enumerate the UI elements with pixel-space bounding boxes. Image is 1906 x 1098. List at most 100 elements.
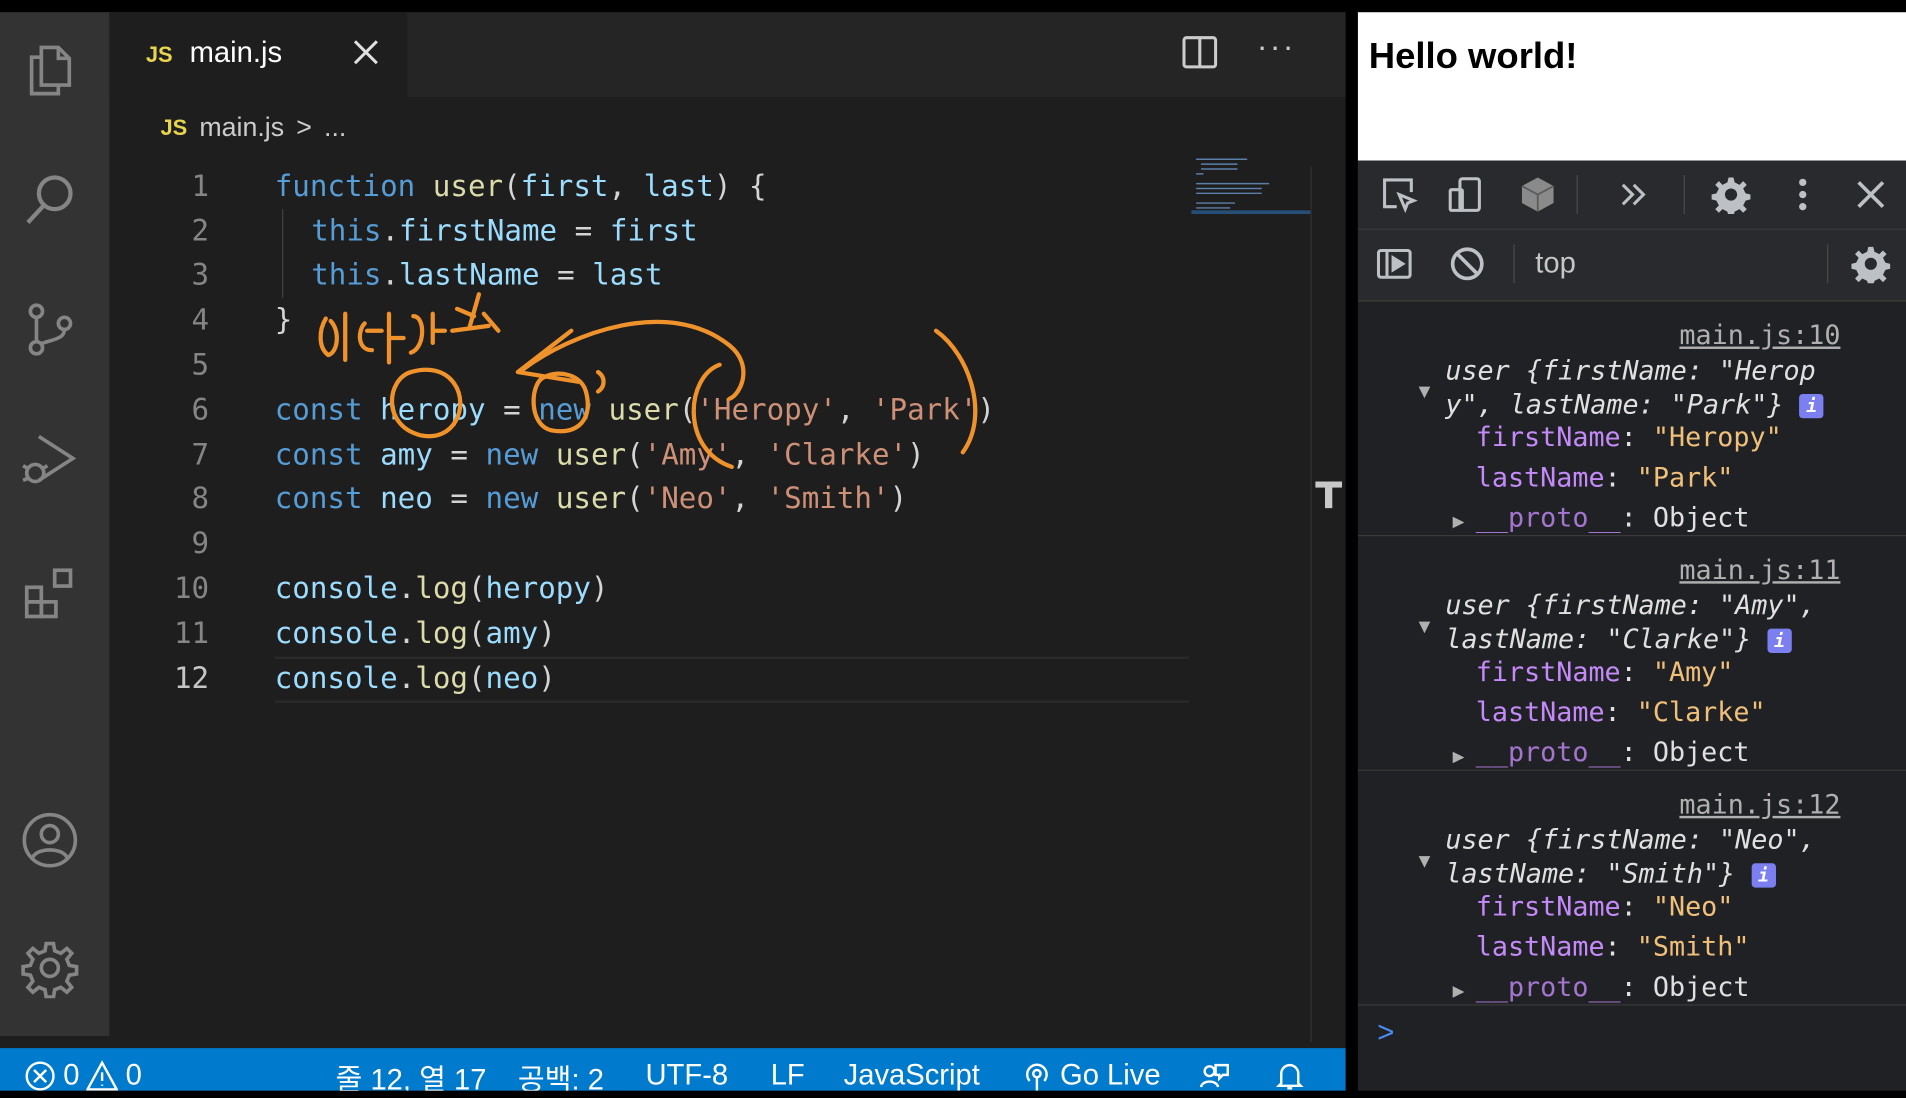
console-settings-button[interactable] (1851, 244, 1891, 284)
split-editor-icon[interactable] (1182, 34, 1218, 70)
proto-row[interactable]: __proto__: Object (1476, 738, 1750, 768)
explorer-button[interactable] (18, 39, 81, 102)
collapse-arrow-icon[interactable]: ▼ (1419, 849, 1431, 872)
code-token: . (397, 571, 416, 606)
close-devtools-button[interactable] (1851, 175, 1890, 214)
code-token: ) (907, 437, 925, 472)
code-line[interactable]: 2 this.firstName = first (0, 209, 1191, 253)
code-token: ( (467, 571, 486, 606)
language-mode[interactable]: JavaScript (844, 1058, 980, 1091)
breadcrumb-symbols[interactable]: ... (324, 112, 346, 144)
code-editor-window: JS main.js ··· JS main.js > ... 1 functio… (0, 12, 1346, 1091)
expand-arrow-icon[interactable]: ▶ (1453, 509, 1465, 532)
code-token: this (311, 257, 382, 292)
line-number: 9 (191, 526, 210, 561)
code-token: const (274, 481, 363, 516)
collapse-arrow-icon[interactable]: ▼ (1419, 379, 1431, 402)
show-console-sidebar-button[interactable] (1375, 244, 1414, 283)
code-line[interactable]: 1 function user(first, last) { (0, 164, 1191, 208)
code-token: last (592, 257, 663, 292)
tab-main-js[interactable]: JS main.js (109, 12, 408, 98)
console-log-entry: main.js:12 ▼ user {firstName: "Neo", lastNa… (1357, 771, 1906, 1006)
page-viewport: Hello world! (1357, 12, 1906, 161)
property-row: firstName: "Amy" (1475, 657, 1734, 689)
code-token: firstName (399, 213, 558, 249)
code-token: , (731, 481, 767, 516)
indentation[interactable]: 공백: 2 (518, 1058, 604, 1090)
code-token: = (539, 257, 593, 292)
problems-indicator[interactable]: 0 0 (24, 1058, 142, 1091)
code-token: . (381, 257, 400, 292)
code-token: amy (485, 616, 539, 651)
code-token: . (381, 213, 400, 249)
object-summary[interactable]: user {firstName: "Neo", lastName: "Smith"… (1445, 824, 1815, 892)
manage-button[interactable] (18, 936, 81, 999)
code-text: const heropy = new user('Heropy', 'Park'… (275, 388, 995, 432)
code-line[interactable]: 4} (0, 298, 1191, 342)
cursor-position[interactable]: 줄 12, 열 17 (336, 1058, 487, 1090)
expand-arrow-icon[interactable]: ▶ (1453, 744, 1465, 767)
code-token: const (274, 437, 363, 472)
proto-row[interactable]: __proto__: Object (1476, 503, 1750, 533)
object-summary[interactable]: user {firstName: "Amy", lastName: "Clarke… (1445, 590, 1815, 658)
object-summary[interactable]: user {firstName: "Herop y", lastName: "Pa… (1445, 355, 1824, 423)
code-line[interactable]: 11 console.log(amy) (0, 612, 1191, 656)
source-link[interactable]: main.js:12 (1679, 790, 1840, 820)
close-icon[interactable] (350, 34, 382, 70)
inspect-element-button[interactable] (1380, 175, 1419, 214)
end-of-line[interactable]: LF (771, 1058, 805, 1091)
3d-view-button[interactable] (1518, 175, 1557, 214)
info-icon[interactable]: i (1751, 863, 1776, 888)
inspect-icon (1383, 178, 1418, 214)
code-line[interactable]: 7 const amy = new user('Amy', 'Clarke') (0, 433, 1191, 477)
code-token: , (608, 169, 644, 204)
proto-row[interactable]: __proto__: Object (1476, 973, 1750, 1003)
collapse-arrow-icon[interactable]: ▼ (1419, 614, 1431, 637)
tweet-feedback-button[interactable] (1199, 1058, 1231, 1091)
source-link[interactable]: main.js:11 (1679, 556, 1840, 586)
javascript-context-select[interactable]: top (1535, 247, 1576, 281)
accounts-button[interactable] (18, 809, 81, 872)
device-toolbar-button[interactable] (1445, 175, 1484, 214)
info-icon[interactable]: i (1767, 628, 1792, 653)
code-line[interactable]: 5 (0, 343, 1191, 387)
more-tabs-button[interactable] (1613, 175, 1652, 214)
settings-icon (1851, 246, 1891, 284)
code-token: const (274, 392, 363, 427)
status-bar: 0 0 줄 12, 열 17 공백: 2 UTF-8 LF JavaScript… (0, 1048, 1346, 1091)
code-token: 'Heropy' (696, 392, 837, 427)
info-icon[interactable]: i (1799, 393, 1824, 419)
code-line[interactable]: 9 (0, 522, 1191, 566)
code-line[interactable]: 3 this.lastName = last (0, 253, 1191, 297)
code-text: console.log(amy) (275, 612, 556, 656)
broadcast-icon (1025, 1063, 1048, 1091)
source-link[interactable]: main.js:10 (1679, 321, 1840, 351)
line-number: 2 (191, 213, 210, 249)
code-line[interactable]: 10 console.log(heropy) (0, 567, 1191, 611)
code-token: ) { (713, 169, 767, 204)
editor-scrollbar[interactable] (1310, 166, 1312, 1043)
code-line[interactable]: 6 const heropy = new user('Heropy', 'Park… (0, 388, 1191, 432)
code-line[interactable]: 8 const neo = new user('Neo', 'Smith') (0, 477, 1191, 521)
expand-arrow-icon[interactable]: ▶ (1453, 979, 1465, 1002)
code-token: ( (626, 437, 644, 472)
property-row: lastName: "Park" (1475, 463, 1734, 494)
code-token: lastName (399, 257, 540, 292)
clear-console-button[interactable] (1448, 244, 1487, 283)
console-prompt[interactable]: > (1377, 1016, 1394, 1050)
code-text: const amy = new user('Amy', 'Clarke') (275, 433, 925, 477)
notifications-button[interactable] (1274, 1058, 1306, 1091)
line-number: 4 (191, 302, 210, 337)
breadcrumb-file[interactable]: main.js (199, 112, 284, 144)
breadcrumb: JS main.js > ... (160, 109, 346, 145)
line-number: 11 (173, 616, 210, 651)
line-number: 6 (191, 392, 210, 427)
customize-devtools-button[interactable] (1783, 175, 1822, 214)
minimap[interactable] (1191, 152, 1311, 225)
encoding[interactable]: UTF-8 (645, 1058, 728, 1091)
devtools-settings-button[interactable] (1711, 175, 1751, 214)
more-icon[interactable]: ··· (1257, 30, 1301, 70)
go-live-button[interactable]: Go Live (1021, 1058, 1161, 1091)
